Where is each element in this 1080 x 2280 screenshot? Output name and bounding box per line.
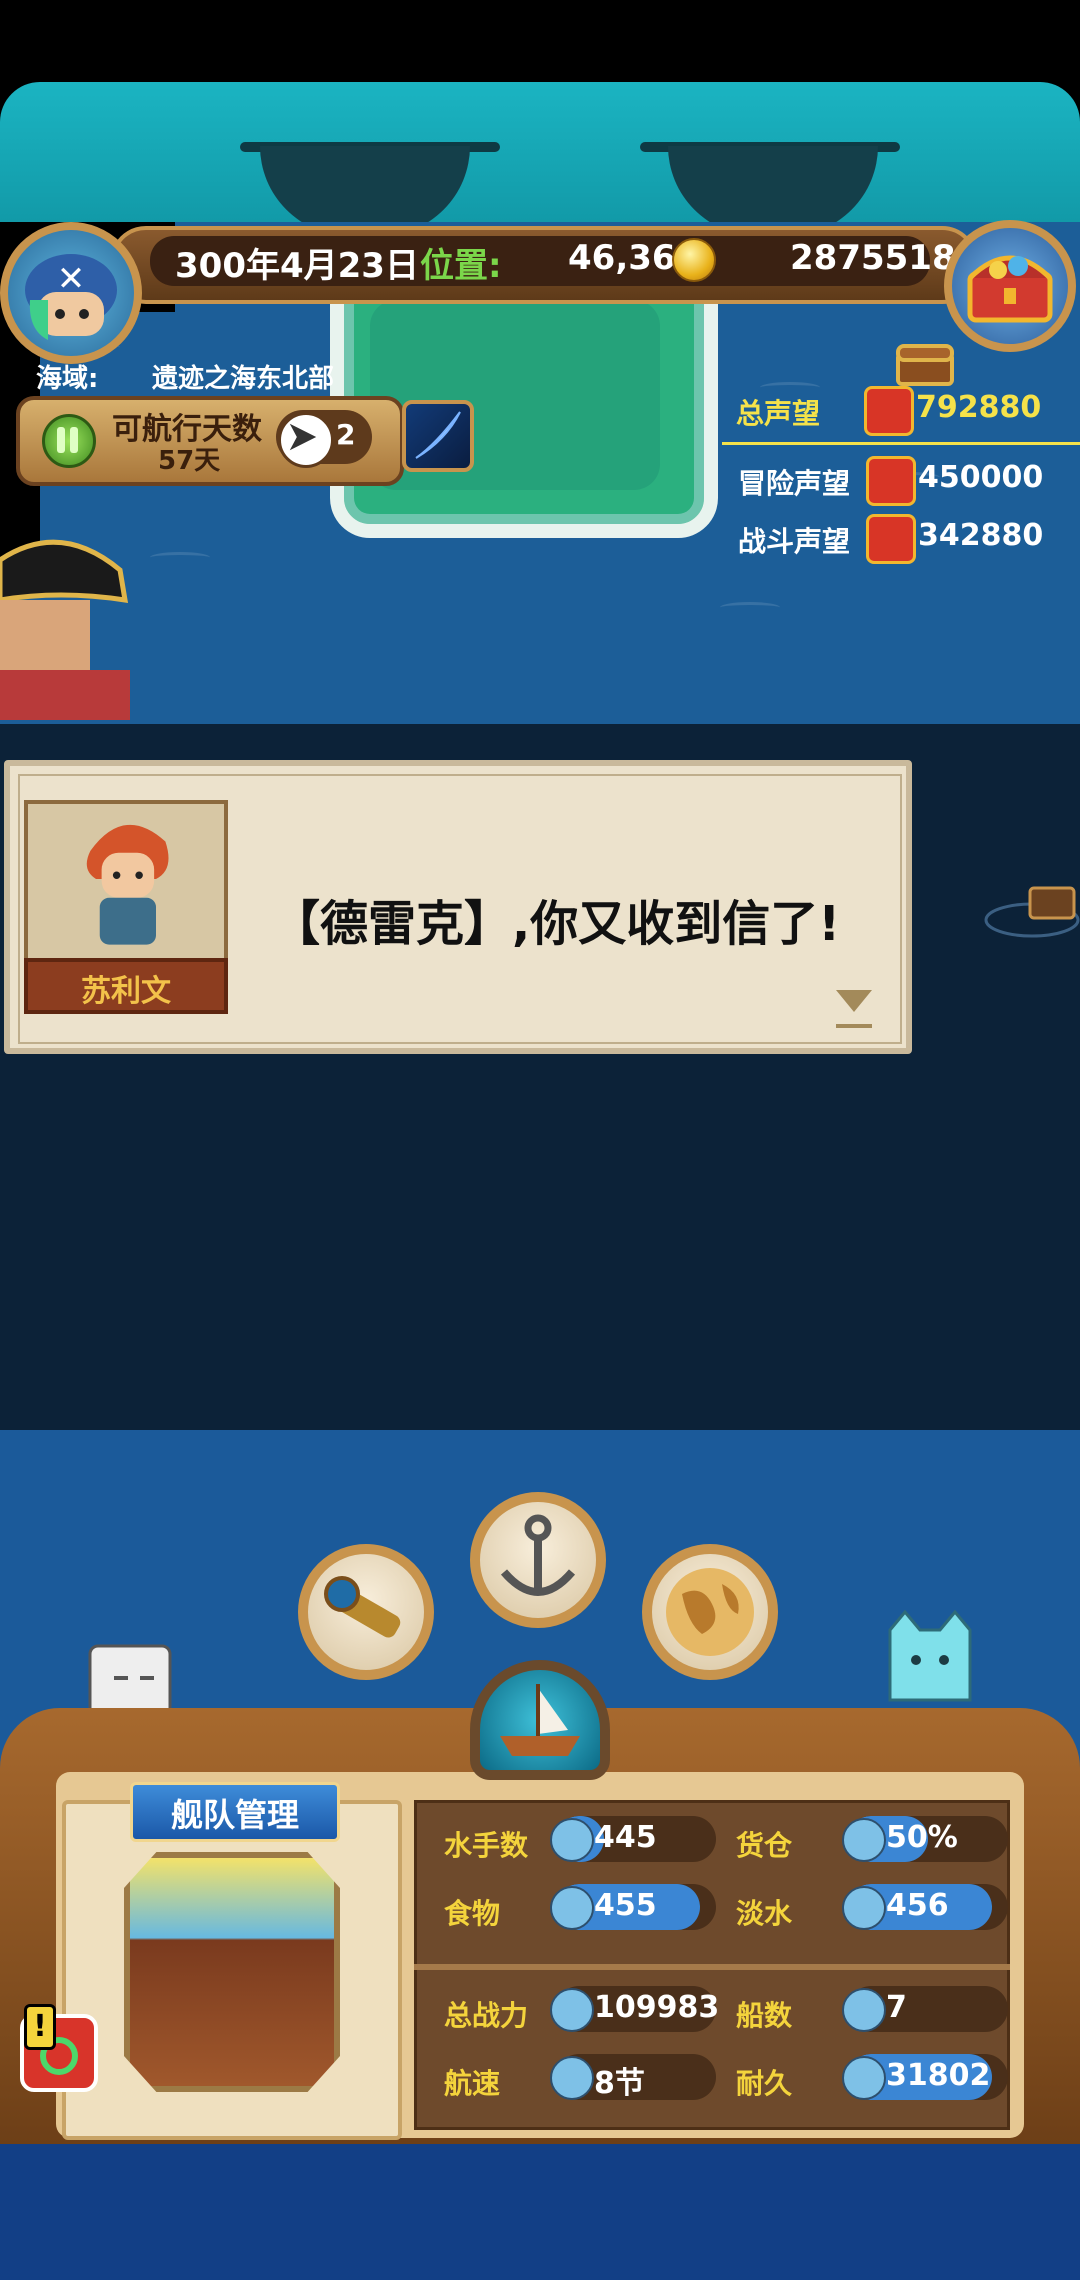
stat-label: 货仓 (736, 1829, 793, 1862)
stat-label: 总战力 (444, 1999, 529, 2032)
stat-label: 船数 (736, 1999, 793, 2032)
sea-area-name: 遗迹之海东北部 (152, 364, 335, 394)
stat-label: 淡水 (736, 1897, 793, 1930)
set-sail-button[interactable] (470, 1660, 610, 1780)
position-label: 位置: (420, 246, 502, 286)
adventure-reputation-value: 450000 (918, 460, 1044, 495)
spyglass-icon (324, 1576, 401, 1638)
stat-value: 456 (886, 1888, 949, 1923)
crossed-swords-icon (866, 514, 916, 564)
creature-eye-left (260, 146, 470, 222)
pause-icon (57, 427, 65, 453)
flagship-image[interactable] (124, 1852, 340, 2092)
sail-icon (550, 2056, 594, 2100)
pirate-captain-sprite[interactable] (0, 530, 130, 720)
stat-value: 31802 (886, 2058, 991, 2093)
stat-value: 7 (886, 1990, 907, 2025)
speed-boost-count: 2 (336, 418, 356, 451)
meat-icon (550, 1886, 594, 1930)
stat-label: 水手数 (444, 1829, 529, 1862)
creature-eye-right (668, 146, 878, 222)
stat-label: 耐久 (736, 2067, 793, 2100)
stat-label: 航速 (444, 2067, 501, 2100)
total-reputation-value: 792880 (916, 390, 1042, 425)
feather-icon (415, 411, 461, 459)
reputation-shield-icon (864, 386, 914, 436)
compass-arrow-icon (278, 412, 334, 468)
dialog-message: 【德雷克】,你又收到信了! (272, 896, 841, 952)
stat-value: 455 (594, 1888, 657, 1923)
sailing-days-value: 57天 (158, 446, 221, 476)
pause-button[interactable] (42, 414, 96, 468)
game-date: 300年4月23日 (175, 246, 419, 286)
stat-value: 445 (594, 1820, 657, 1855)
stat-value: 50% (886, 1820, 958, 1855)
skull-swords-icon (550, 1988, 594, 2032)
battle-reputation-value: 342880 (918, 518, 1044, 553)
stat-value: 8节 (594, 2066, 645, 2101)
battle-reputation-label: 战斗声望 (738, 525, 851, 558)
compass-rose-icon (866, 456, 916, 506)
sailboat-icon (500, 1684, 580, 1756)
repair-icon (842, 2056, 886, 2100)
position-value: 46,36 (568, 238, 676, 278)
sea-creature-banner (0, 82, 1080, 222)
gold-coin-icon (672, 238, 716, 282)
crate-icon (842, 1818, 886, 1862)
ship-icon (842, 1988, 886, 2032)
world-map-button[interactable] (642, 1544, 778, 1680)
treasure-chest-button[interactable] (944, 220, 1076, 352)
water-jug-icon (842, 1886, 886, 1930)
next-arrow-icon[interactable] (836, 990, 872, 1012)
globe-icon (666, 1568, 754, 1656)
teal-cat-icon (888, 1610, 972, 1702)
sea-area-label: 海域: (36, 364, 99, 394)
player-avatar[interactable]: ✕ (0, 222, 142, 364)
stat-label: 食物 (444, 1897, 501, 1930)
feather-skill-button[interactable] (402, 400, 474, 472)
fleet-management-title: 舰队管理 (170, 1796, 299, 1834)
anchor-icon (500, 1514, 576, 1596)
spyglass-button[interactable] (298, 1544, 434, 1680)
treasure-chest-icon[interactable] (890, 340, 960, 390)
adventure-reputation-label: 冒险声望 (738, 467, 851, 500)
speaker-name: 苏利文 (81, 974, 171, 1009)
sailor-icon (550, 1818, 594, 1862)
anchor-button[interactable] (470, 1492, 606, 1628)
total-reputation-label: 总声望 (736, 397, 821, 430)
gold-amount: 2875518 (790, 238, 956, 278)
exclamation-icon: ! (24, 2004, 56, 2050)
floating-chest-icon (984, 886, 1080, 938)
stat-value: 109983 (594, 1990, 720, 2025)
